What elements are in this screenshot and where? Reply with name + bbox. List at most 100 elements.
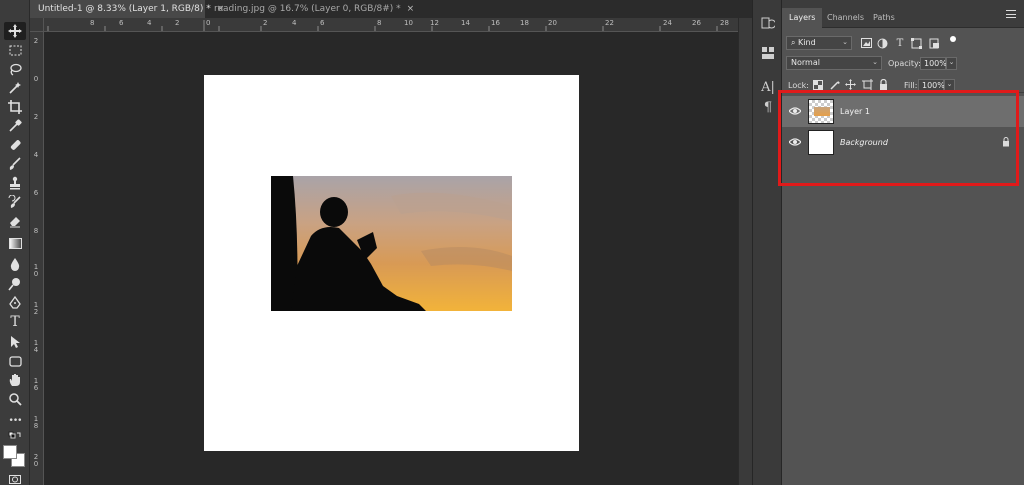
foreground-color-swatch[interactable] xyxy=(3,445,17,459)
ruler-label: 6 xyxy=(320,19,325,27)
layer-thumbnail-image xyxy=(814,107,830,116)
layer-thumbnail[interactable] xyxy=(808,99,834,124)
ruler-origin[interactable] xyxy=(30,18,44,32)
type-tool-icon[interactable]: T xyxy=(4,313,26,331)
healing-brush-tool-icon[interactable] xyxy=(4,136,26,154)
ruler-label: 10 xyxy=(404,19,413,27)
tab-layers[interactable]: Layers xyxy=(782,8,823,28)
filter-smart-object-icon[interactable] xyxy=(928,37,940,49)
search-icon: ⌕ xyxy=(791,38,796,47)
filter-type-icon[interactable]: T xyxy=(894,37,906,49)
vertical-scrollbar[interactable] xyxy=(738,18,752,485)
lock-transparent-pixels-icon[interactable] xyxy=(812,79,823,90)
ruler-label: 2 xyxy=(263,19,268,27)
opacity-value: 100% xyxy=(924,59,947,68)
ruler-label: 8 xyxy=(377,19,382,27)
more-tools-icon[interactable]: ••• xyxy=(4,412,26,430)
ruler-label: 1 0 xyxy=(33,263,39,278)
eraser-tool-icon[interactable] xyxy=(4,212,26,230)
hand-tool-icon[interactable] xyxy=(4,371,26,389)
path-selection-tool-icon[interactable] xyxy=(4,333,26,351)
history-brush-tool-icon[interactable] xyxy=(4,193,26,211)
ruler-label: 18 xyxy=(520,19,529,27)
zoom-tool-icon[interactable] xyxy=(4,390,26,408)
layer-1-photo[interactable] xyxy=(271,176,512,311)
ruler-label: 4 xyxy=(292,19,297,27)
layer-row-background[interactable]: Background xyxy=(782,127,1024,158)
layer-name[interactable]: Background xyxy=(840,138,888,147)
character-panel-icon[interactable]: A| xyxy=(759,78,777,96)
ruler-label: 8 xyxy=(33,227,39,235)
ruler-label: 1 6 xyxy=(33,377,39,392)
opacity-label: Opacity: xyxy=(888,59,921,68)
brush-tool-icon[interactable] xyxy=(4,155,26,173)
vertical-ruler[interactable]: 2 0 2 4 6 8 1 0 1 2 1 4 1 6 1 8 2 0 xyxy=(30,32,44,485)
ruler-label: 6 xyxy=(119,19,124,27)
ruler-label: 6 xyxy=(33,189,39,197)
pen-tool-icon[interactable] xyxy=(4,294,26,312)
blend-mode-select[interactable]: Normal ⌄ xyxy=(786,56,882,70)
tab-channels[interactable]: Channels xyxy=(820,8,871,28)
ruler-label: 22 xyxy=(605,19,614,27)
filter-kind-select[interactable]: ⌕ Kind ⌄ xyxy=(786,36,852,50)
canvas-workspace[interactable] xyxy=(44,32,738,485)
color-swatches[interactable] xyxy=(3,445,27,469)
ruler-label: 12 xyxy=(430,19,439,27)
visibility-eye-icon[interactable] xyxy=(789,137,801,147)
ruler-label: 2 xyxy=(33,113,39,121)
lasso-tool-icon[interactable] xyxy=(4,60,26,78)
document-canvas[interactable] xyxy=(204,75,579,451)
lock-all-icon[interactable] xyxy=(878,79,889,90)
filter-shape-icon[interactable] xyxy=(910,37,922,49)
layer-lock-icon xyxy=(1003,137,1009,147)
panel-menu-icon[interactable] xyxy=(1006,10,1016,18)
ruler-label: 4 xyxy=(33,151,39,159)
document-tab-bar: Untitled-1 @ 8.33% (Layer 1, RGB/8) * × … xyxy=(30,0,752,18)
lock-position-icon[interactable] xyxy=(845,79,856,90)
ruler-label: 8 xyxy=(90,19,95,27)
ruler-label: 2 xyxy=(33,37,39,45)
rectangle-tool-icon[interactable] xyxy=(4,352,26,370)
tab-untitled-1[interactable]: Untitled-1 @ 8.33% (Layer 1, RGB/8) * × xyxy=(30,0,224,18)
dodge-tool-icon[interactable] xyxy=(4,275,26,293)
ruler-label: 16 xyxy=(491,19,500,27)
horizontal-ruler[interactable]: 8 6 4 2 0 2 4 6 8 10 12 14 16 18 20 22 2… xyxy=(44,18,738,32)
ruler-label: 0 xyxy=(206,19,211,27)
filter-toggle-icon[interactable] xyxy=(950,36,956,42)
chevron-down-icon[interactable]: ⌄ xyxy=(944,79,955,92)
eyedropper-tool-icon[interactable] xyxy=(4,117,26,135)
blend-mode-value: Normal xyxy=(791,58,820,67)
ruler-label: 0 xyxy=(33,75,39,83)
ruler-label: 28 xyxy=(720,19,729,27)
libraries-panel-icon[interactable] xyxy=(759,44,777,62)
marquee-tool-icon[interactable] xyxy=(4,41,26,59)
quick-mask-icon[interactable] xyxy=(4,474,26,484)
visibility-eye-icon[interactable] xyxy=(789,106,801,116)
history-panel-icon[interactable] xyxy=(759,14,777,32)
swap-colors-icon[interactable] xyxy=(4,430,26,442)
ruler-label: 1 2 xyxy=(33,301,39,316)
clone-stamp-tool-icon[interactable] xyxy=(4,174,26,192)
tab-title: Untitled-1 @ 8.33% (Layer 1, RGB/8) * xyxy=(38,4,211,14)
magic-wand-tool-icon[interactable] xyxy=(4,79,26,97)
lock-artboard-icon[interactable] xyxy=(862,79,873,90)
lock-image-pixels-icon[interactable] xyxy=(829,79,840,90)
collapsed-panel-dock: A| ¶ xyxy=(752,0,782,485)
fill-field[interactable]: 100% ⌄ xyxy=(918,79,955,92)
filter-pixel-icon[interactable] xyxy=(860,37,872,49)
ruler-label: 20 xyxy=(548,19,557,27)
opacity-field[interactable]: 100% ⌄ xyxy=(920,57,957,70)
close-tab-icon[interactable]: × xyxy=(407,4,415,14)
gradient-tool-icon[interactable] xyxy=(4,234,26,252)
blur-tool-icon[interactable] xyxy=(4,255,26,273)
move-tool-icon[interactable] xyxy=(4,22,26,40)
layer-name[interactable]: Layer 1 xyxy=(840,107,870,116)
chevron-down-icon[interactable]: ⌄ xyxy=(946,57,957,70)
layer-thumbnail[interactable] xyxy=(808,130,834,155)
filter-adjustment-icon[interactable] xyxy=(876,37,888,49)
paragraph-panel-icon[interactable]: ¶ xyxy=(759,98,777,116)
crop-tool-icon[interactable] xyxy=(4,98,26,116)
tab-paths[interactable]: Paths xyxy=(866,8,902,28)
tab-reading-jpg[interactable]: reading.jpg @ 16.7% (Layer 0, RGB/8#) * … xyxy=(206,0,414,18)
layer-row-layer-1[interactable]: Layer 1 xyxy=(782,96,1024,127)
